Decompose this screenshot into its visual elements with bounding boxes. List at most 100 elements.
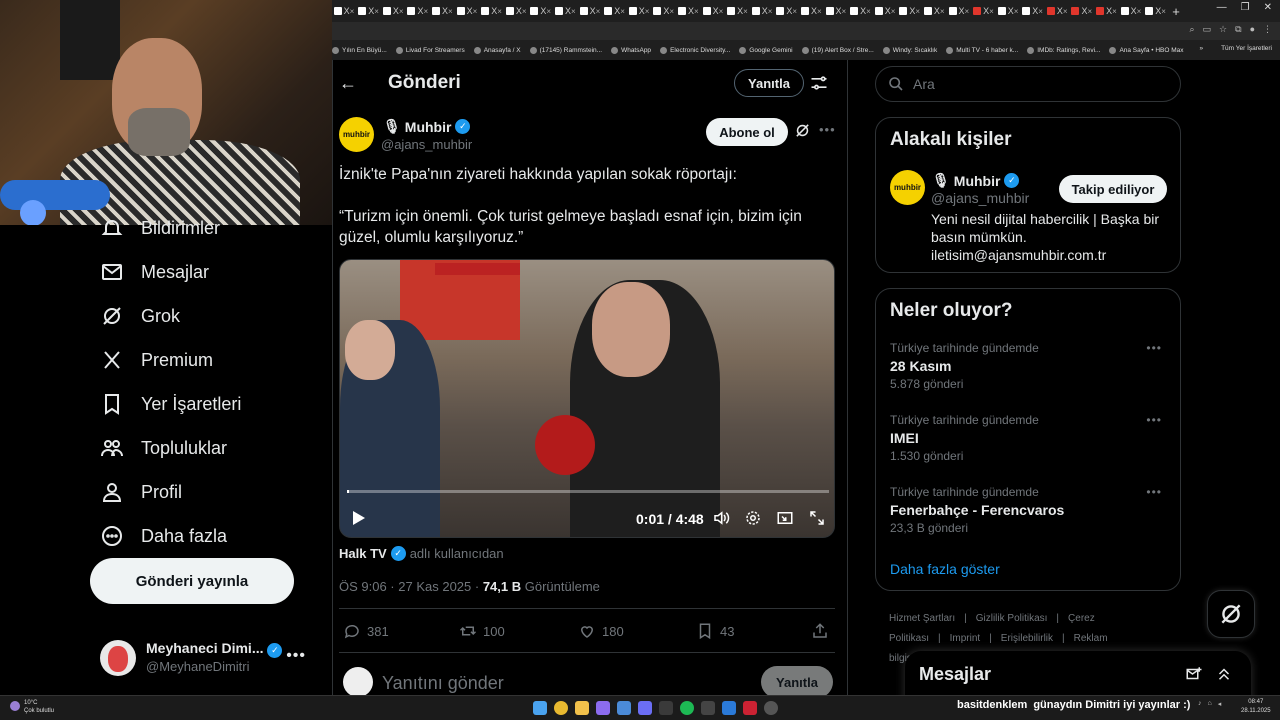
obs-icon[interactable] <box>743 701 757 715</box>
trend-item[interactable]: Türkiye tarihinde gündemde 28 Kasım 5.87… <box>890 341 1170 391</box>
browser-tab[interactable]: X × <box>775 2 799 20</box>
steam-icon[interactable] <box>617 701 631 715</box>
footer-link[interactable]: Erişilebilirlik <box>1001 633 1053 644</box>
tab-close-icon[interactable]: × <box>350 7 355 16</box>
reply-action[interactable]: 381 <box>343 622 389 640</box>
browser-tab[interactable]: X × <box>676 2 700 20</box>
trend-item[interactable]: Türkiye tarihinde gündemde Fenerbahçe - … <box>890 485 1170 535</box>
tab-close-icon[interactable]: × <box>866 7 871 16</box>
footer-link[interactable]: Imprint <box>950 633 981 644</box>
app-icon[interactable] <box>596 701 610 715</box>
spotify-icon[interactable] <box>680 701 694 715</box>
bookmark-item[interactable]: Multi TV - 6 haber k... <box>946 46 1018 54</box>
tab-close-icon[interactable]: × <box>792 7 797 16</box>
mic-tray-icon[interactable]: ♪ <box>1198 700 1202 708</box>
tab-close-icon[interactable]: × <box>940 7 945 16</box>
browser-tab[interactable]: X × <box>406 2 430 20</box>
tab-close-icon[interactable]: × <box>546 7 551 16</box>
fullscreen-icon[interactable] <box>808 509 826 527</box>
browser-tab[interactable]: X × <box>1119 2 1143 20</box>
new-message-icon[interactable] <box>1185 665 1203 683</box>
bookmark-item[interactable]: Electronic Diversity... <box>660 46 730 54</box>
browser-tab[interactable]: X × <box>799 2 823 20</box>
browser-tab[interactable]: X × <box>1045 2 1069 20</box>
tab-close-icon[interactable]: × <box>891 7 896 16</box>
bookmarks-more-icon[interactable]: » <box>1199 45 1203 52</box>
nav-item[interactable]: Premium <box>100 345 213 375</box>
picture-in-picture-icon[interactable] <box>776 509 794 527</box>
tab-close-icon[interactable]: × <box>522 7 527 16</box>
minimize-icon[interactable]: — <box>1217 2 1227 13</box>
tab-close-icon[interactable]: × <box>645 7 650 16</box>
chrome-icon[interactable] <box>554 701 568 715</box>
tweet-more-icon[interactable]: ••• <box>819 122 836 137</box>
volume-tray-icon[interactable]: ◂ <box>1218 700 1222 708</box>
reply-input[interactable]: Yanıtını gönder <box>382 673 504 694</box>
bookmark-item[interactable]: Anasayfa / X <box>473 46 521 54</box>
discord-icon[interactable] <box>638 701 652 715</box>
browser-tab[interactable]: X × <box>996 2 1020 20</box>
tab-close-icon[interactable]: × <box>399 7 404 16</box>
trend-more-icon[interactable]: ••• <box>1146 485 1162 499</box>
browser-tab[interactable]: X × <box>504 2 528 20</box>
bookmark-item[interactable]: Ana Sayfa • HBO Max <box>1109 46 1184 54</box>
tab-close-icon[interactable]: × <box>842 7 847 16</box>
chevron-up-double-icon[interactable] <box>1215 665 1233 683</box>
start-icon[interactable] <box>533 701 547 715</box>
trend-more-icon[interactable]: ••• <box>1146 413 1162 427</box>
browser-tab[interactable]: X × <box>701 2 725 20</box>
browser-tab[interactable]: X × <box>873 2 897 20</box>
tab-close-icon[interactable]: × <box>989 7 994 16</box>
nav-item[interactable]: Profil <box>100 477 182 507</box>
show-more-link[interactable]: Daha fazla göster <box>890 561 1000 577</box>
zoom-icon[interactable]: ⌕ <box>1189 24 1194 35</box>
bookmark-item[interactable]: Google Gemini <box>739 46 793 54</box>
nav-item[interactable]: Yer İşaretleri <box>100 389 241 419</box>
bookmark-item[interactable]: Windy: Sıcaklık <box>882 46 937 54</box>
tab-close-icon[interactable]: × <box>669 7 674 16</box>
settings-gear-icon[interactable] <box>744 509 762 527</box>
tab-close-icon[interactable]: × <box>694 7 699 16</box>
profile-icon[interactable]: ● <box>1250 24 1255 35</box>
restore-icon[interactable]: ❐ <box>1241 2 1250 13</box>
nav-item[interactable]: Mesajlar <box>100 257 209 287</box>
reply-top-button[interactable]: Yanıtla <box>734 69 804 97</box>
bookmark-item[interactable]: (17145) Rammstein... <box>529 46 602 54</box>
extensions-icon[interactable]: ⧉ <box>1235 24 1241 35</box>
browser-tab[interactable]: X × <box>824 2 848 20</box>
tab-close-icon[interactable]: × <box>1087 7 1092 16</box>
following-button[interactable]: Takip ediliyor <box>1059 175 1167 203</box>
tab-close-icon[interactable]: × <box>1137 7 1142 16</box>
like-action[interactable]: 180 <box>578 622 624 640</box>
account-more-icon[interactable]: ••• <box>286 647 306 665</box>
browser-tab[interactable]: X × <box>1021 2 1045 20</box>
browser-tab[interactable]: X × <box>553 2 577 20</box>
browser-tab[interactable]: X × <box>480 2 504 20</box>
tab-close-icon[interactable]: × <box>448 7 453 16</box>
browser-tab[interactable]: X × <box>898 2 922 20</box>
browser-tab[interactable]: X × <box>529 2 553 20</box>
subscribe-button[interactable]: Abone ol <box>706 118 788 146</box>
nav-item[interactable]: Topluluklar <box>100 433 227 463</box>
browser-tab[interactable]: X × <box>578 2 602 20</box>
tab-close-icon[interactable]: × <box>497 7 502 16</box>
bookmark-item[interactable]: IMDb: Ratings, Revi... <box>1027 46 1100 54</box>
video-player[interactable]: 0:01 / 4:48 <box>339 259 835 538</box>
browser-tab[interactable]: X × <box>971 2 995 20</box>
tab-close-icon[interactable]: × <box>719 7 724 16</box>
browser-tab[interactable]: X × <box>726 2 750 20</box>
tab-close-icon[interactable]: × <box>965 7 970 16</box>
weather-widget[interactable]: 10°C Çok bulutlu <box>10 699 54 715</box>
author-avatar[interactable]: muhbir <box>339 117 374 152</box>
browser-tab[interactable]: X × <box>627 2 651 20</box>
tab-close-icon[interactable]: × <box>571 7 576 16</box>
browser-tab[interactable]: X × <box>381 2 405 20</box>
app-icon[interactable] <box>722 701 736 715</box>
browser-tab[interactable]: X × <box>750 2 774 20</box>
related-name[interactable]: 🎙 Muhbir ✓ <box>932 172 1020 189</box>
footer-link[interactable]: Hizmet Şartları <box>889 613 955 624</box>
network-icon[interactable]: ⌂ <box>1208 700 1212 708</box>
browser-tab[interactable]: X × <box>1144 2 1168 20</box>
grok-icon[interactable] <box>794 122 811 139</box>
video-progress-bar[interactable] <box>347 490 829 493</box>
